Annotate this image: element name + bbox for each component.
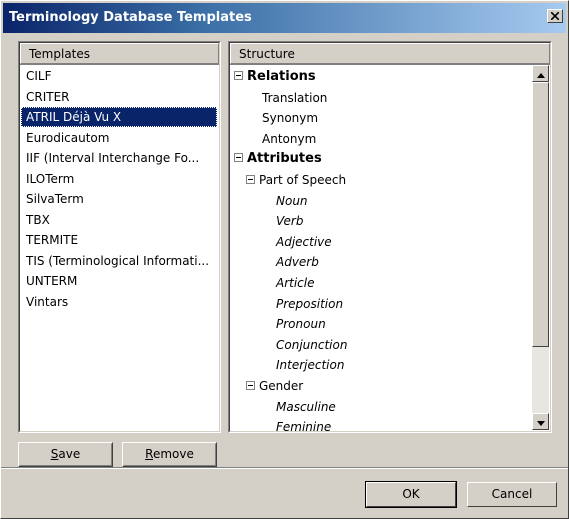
cancel-button[interactable]: Cancel bbox=[467, 482, 557, 507]
tree-node[interactable]: Translation bbox=[262, 88, 327, 108]
tree-node[interactable]: Relations bbox=[234, 67, 316, 87]
tree-node[interactable]: Part of Speech bbox=[246, 170, 346, 190]
ok-button[interactable]: OK bbox=[365, 481, 457, 508]
cancel-button-label: Cancel bbox=[491, 487, 533, 501]
close-button[interactable] bbox=[547, 9, 563, 23]
template-list-item[interactable]: Vintars bbox=[21, 292, 68, 312]
tree-node-label: Feminine bbox=[276, 420, 332, 433]
template-list-item[interactable]: TERMITE bbox=[21, 230, 78, 250]
terminology-templates-dialog: Terminology Database Templates Templates… bbox=[0, 0, 569, 519]
structure-header-label: Structure bbox=[230, 43, 550, 64]
ok-button-label: OK bbox=[402, 487, 420, 501]
tree-node-label: Synonym bbox=[262, 111, 319, 126]
tree-node[interactable]: Feminine bbox=[276, 417, 332, 433]
tree-node-label: Noun bbox=[276, 193, 308, 208]
template-list-item[interactable]: ILOTerm bbox=[21, 169, 74, 189]
templates-column-header[interactable]: Templates bbox=[20, 43, 219, 65]
template-list-item[interactable]: ATRIL Déjà Vu X bbox=[21, 107, 217, 127]
title-bar[interactable]: Terminology Database Templates bbox=[3, 3, 566, 33]
tree-node[interactable]: Synonym bbox=[262, 108, 318, 128]
tree-node-label: Translation bbox=[262, 90, 328, 105]
tree-node-label: Antonym bbox=[262, 131, 317, 146]
tree-node-label: Masculine bbox=[276, 399, 336, 414]
tree-node-label: Part of Speech bbox=[259, 173, 347, 187]
structure-tree[interactable]: Structure Relations Translation Synonym Ant… bbox=[228, 41, 552, 433]
tree-node-label: Article bbox=[276, 276, 315, 290]
tree-node[interactable]: Verb bbox=[276, 211, 303, 231]
tree-node[interactable]: Masculine bbox=[276, 397, 336, 417]
templates-header-label: Templates bbox=[20, 43, 219, 64]
save-button[interactable]: Save bbox=[18, 442, 113, 467]
tree-node[interactable]: Conjunction bbox=[276, 335, 347, 355]
close-icon bbox=[550, 10, 560, 22]
collapse-icon[interactable] bbox=[234, 153, 243, 163]
template-list-item[interactable]: SilvaTerm bbox=[21, 189, 84, 209]
arrow-up-icon bbox=[536, 67, 545, 81]
template-list-item[interactable]: Eurodicautom bbox=[21, 128, 109, 148]
tree-node-label: Attributes bbox=[247, 151, 322, 167]
collapse-icon[interactable] bbox=[246, 381, 255, 390]
remove-button[interactable]: Remove bbox=[122, 442, 217, 467]
tree-node[interactable]: Gender bbox=[246, 376, 303, 396]
tree-node[interactable]: Adverb bbox=[276, 252, 319, 272]
window-title: Terminology Database Templates bbox=[9, 10, 252, 25]
template-list-item[interactable]: TBX bbox=[21, 210, 50, 230]
tree-node[interactable]: Pronoun bbox=[276, 314, 326, 334]
save-button-bevel bbox=[19, 443, 112, 466]
tree-node[interactable]: Adjective bbox=[276, 232, 332, 252]
template-list-item[interactable]: CILF bbox=[21, 66, 52, 86]
structure-scrollbar[interactable] bbox=[532, 65, 549, 430]
collapse-icon[interactable] bbox=[246, 175, 255, 184]
collapse-icon[interactable] bbox=[234, 71, 243, 80]
template-list-item[interactable]: TIS (Terminological Informati... bbox=[21, 251, 209, 271]
tree-node[interactable]: Attributes bbox=[234, 149, 322, 169]
arrow-down-icon bbox=[536, 415, 545, 429]
tree-node-label: Relations bbox=[247, 69, 316, 84]
tree-node-label: Gender bbox=[259, 379, 304, 393]
tree-node-label: Interjection bbox=[276, 358, 345, 373]
template-list-item[interactable]: UNTERM bbox=[21, 271, 77, 291]
remove-button-bevel bbox=[123, 443, 216, 466]
tree-node[interactable]: Interjection bbox=[276, 355, 344, 375]
tree-node[interactable]: Noun bbox=[276, 191, 308, 211]
tree-node-label: Adverb bbox=[276, 255, 319, 270]
structure-column-header[interactable]: Structure bbox=[230, 43, 550, 65]
scroll-thumb[interactable] bbox=[532, 82, 549, 347]
tree-node-label: Verb bbox=[276, 214, 304, 229]
template-list-item[interactable]: CRITER bbox=[21, 87, 70, 107]
template-list-item[interactable]: IIF (Interval Interchange Fo... bbox=[21, 148, 199, 168]
tree-node[interactable]: Antonym bbox=[262, 129, 316, 149]
tree-node[interactable]: Preposition bbox=[276, 294, 343, 314]
tree-node-label: Conjunction bbox=[276, 337, 348, 352]
scroll-down-button[interactable] bbox=[532, 413, 549, 430]
footer-separator bbox=[1, 467, 568, 469]
tree-node-label: Preposition bbox=[276, 296, 344, 311]
tree-node-label: Adjective bbox=[276, 234, 332, 249]
tree-node[interactable]: Article bbox=[276, 273, 315, 293]
templates-list[interactable]: Templates CILF CRITER ATRIL Déjà Vu X Eurod… bbox=[18, 41, 221, 433]
tree-node-label: Pronoun bbox=[276, 317, 326, 332]
scroll-up-button[interactable] bbox=[532, 65, 549, 82]
